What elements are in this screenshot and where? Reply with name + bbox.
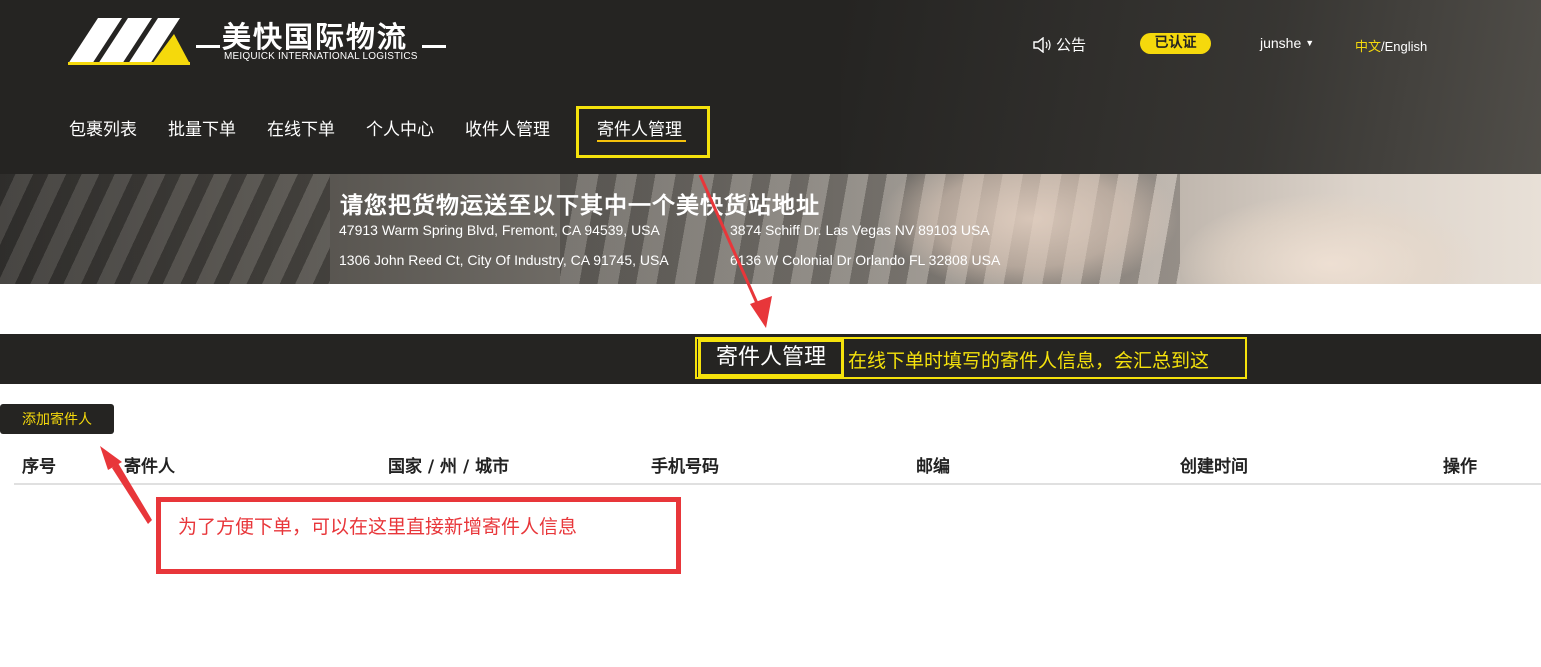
nav-batch-order[interactable]: 批量下单 [168,115,236,140]
annotation-callout-text: 为了方便下单，可以在这里直接新增寄件人信息 [178,516,578,538]
column-header-location: 国家 / 州 / 城市 [388,457,510,477]
notice-link[interactable]: 公告 [1032,34,1086,55]
logo-rule-right [422,45,446,48]
logo-rule-left [196,45,220,48]
column-header-index: 序号 [22,457,56,477]
logo-subtitle: MEIQUICK INTERNATIONAL LOGISTICS [224,51,418,62]
section-title: 寄件人管理 [698,339,844,377]
warehouse-address: 6136 W Colonial Dr Orlando FL 32808 USA [730,252,1001,268]
nav-sender-management[interactable]: 寄件人管理 [597,115,682,140]
banner-title: 请您把货物运送至以下其中一个美快货站地址 [340,192,820,219]
nav-active-underline [597,140,686,142]
verified-badge: 已认证 [1140,33,1211,54]
caret-down-icon: ▼ [1305,38,1315,48]
logo-title: 美快国际物流 [222,20,409,54]
sender-table-header: 序号 寄件人 国家 / 州 / 城市 手机号码 邮编 创建时间 操作 [14,450,1541,485]
column-header-sender: 寄件人 [124,457,175,477]
lang-chinese[interactable]: 中文 [1355,39,1381,54]
username: junshe [1260,35,1302,51]
site-header: 美快国际物流 MEIQUICK INTERNATIONAL LOGISTICS … [0,0,1541,174]
column-header-created-time: 创建时间 [1180,457,1248,477]
column-header-zip: 邮编 [916,457,950,477]
warehouse-address: 3874 Schiff Dr. Las Vegas NV 89103 USA [730,222,990,238]
column-header-actions: 操作 [1443,457,1477,477]
warehouse-address: 1306 John Reed Ct, City Of Industry, CA … [339,252,669,268]
nav-recipient-management[interactable]: 收件人管理 [465,115,550,140]
warehouse-banner: 请您把货物运送至以下其中一个美快货站地址 47913 Warm Spring B… [0,174,1541,284]
nav-online-order[interactable]: 在线下单 [267,115,335,140]
warehouse-address: 47913 Warm Spring Blvd, Fremont, CA 9453… [339,222,660,238]
speaker-icon [1033,36,1051,53]
column-header-phone: 手机号码 [651,457,719,477]
user-menu[interactable]: junshe ▼ [1260,35,1314,51]
notice-label: 公告 [1056,36,1087,54]
main-nav: 包裹列表 批量下单 在线下单 个人中心 收件人管理 [69,115,581,140]
language-switch: 中文/English [1355,36,1427,55]
nav-personal-center[interactable]: 个人中心 [366,115,434,140]
lang-english[interactable]: English [1385,39,1428,54]
section-annotation: 在线下单时填写的寄件人信息，会汇总到这 [848,350,1210,372]
banner-photo-hand-right [1180,194,1480,284]
nav-package-list[interactable]: 包裹列表 [69,115,137,140]
header-background-photo [841,0,1541,174]
banner-photo-left [0,174,330,284]
add-sender-button[interactable]: 添加寄件人 [0,404,114,434]
